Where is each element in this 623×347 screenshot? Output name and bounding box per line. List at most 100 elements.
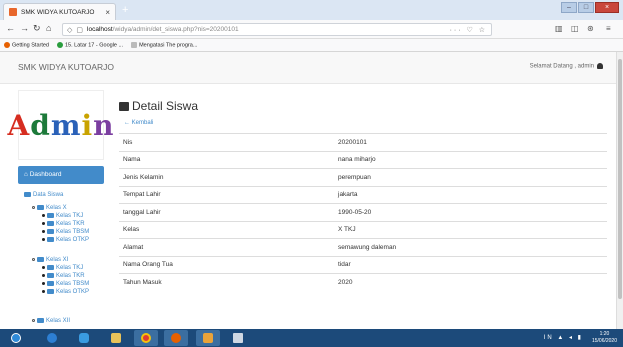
field-label: Nis — [119, 133, 334, 151]
table-row: Nis 20200101 — [119, 133, 607, 151]
bookmark-item[interactable]: Mengatasi The progra... — [131, 41, 197, 48]
explorer-icon[interactable] — [104, 330, 128, 346]
sidebar-item-kelas-x[interactable]: Kelas X — [32, 205, 67, 211]
favicon-icon — [9, 8, 17, 16]
shield-icon: ◇ — [67, 26, 73, 34]
scrollbar-thumb[interactable] — [618, 59, 622, 299]
table-row: Nama Orang Tua tidar — [119, 255, 607, 274]
field-value: tidar — [334, 255, 607, 274]
page-icon — [131, 41, 138, 48]
field-label: Jenis Kelamin — [119, 168, 334, 186]
page-info-icon[interactable]: ▢ — [76, 26, 83, 34]
logo-letter: n — [93, 108, 115, 142]
library-icon[interactable]: ▥ — [555, 24, 563, 33]
page-scrollbar[interactable] — [616, 52, 623, 329]
sidebar-item-kelas-xi[interactable]: Kelas XI — [32, 257, 68, 263]
back-icon[interactable]: ← — [6, 23, 15, 33]
sidebar-item-kelas-x-tbsm[interactable]: Kelas TBSM — [42, 229, 89, 235]
field-label: Kelas — [119, 220, 334, 239]
table-row: tanggal Lahir 1990-05-20 — [119, 203, 607, 221]
browser-tab[interactable]: SMK WIDYA KUTOARJO × — [3, 3, 116, 20]
sidebar-item-data-siswa[interactable]: Data Siswa — [24, 192, 63, 198]
start-button[interactable] — [4, 330, 28, 346]
sidebar-item-kelas-xii[interactable]: Kelas XII — [32, 318, 70, 324]
field-label: Nama — [119, 150, 334, 169]
ie-icon[interactable] — [72, 330, 96, 346]
extension-icon[interactable]: ⊛ — [587, 24, 594, 33]
logo-letter: m — [50, 108, 82, 142]
brand-link[interactable]: SMK WIDYA KUTOARJO — [18, 62, 114, 72]
logo-letter: A — [7, 108, 31, 142]
sidebar-item-kelas-x-otkp[interactable]: Kelas OTKP — [42, 237, 89, 243]
browser-nav-bar: ← → ↻ ⌂ ◇ ▢ localhost/widya/admin/det_si… — [0, 20, 623, 39]
folder-icon — [24, 192, 31, 197]
system-tray[interactable]: IN ▲ ◂ ▮ — [544, 334, 583, 341]
field-value: nana miharjo — [334, 150, 607, 169]
minimize-button[interactable]: – — [561, 2, 577, 13]
logo-letter: i — [81, 108, 94, 142]
close-window-button[interactable]: × — [595, 2, 619, 13]
firefox-taskbar-icon[interactable] — [164, 330, 188, 346]
browser-tab-bar: SMK WIDYA KUTOARJO × + – □ × — [0, 0, 623, 20]
folder-icon — [119, 102, 129, 111]
page-actions-icon[interactable]: ··· ♡ ☆ — [450, 26, 487, 34]
field-value: 2020 — [334, 273, 607, 291]
page-title: Detail Siswa — [119, 99, 198, 113]
logo-text: Admin — [8, 109, 115, 142]
bookmarks-bar: Getting Started 15. Latar 17 - Google ..… — [0, 39, 623, 52]
reload-icon[interactable]: ↻ — [33, 23, 41, 34]
field-label: Nama Orang Tua — [119, 255, 334, 274]
bookmark-item[interactable]: 15. Latar 17 - Google ... — [57, 41, 123, 48]
back-link[interactable]: ← Kembali — [124, 120, 153, 126]
field-value: jakarta — [334, 185, 607, 204]
new-tab-button[interactable]: + — [122, 4, 128, 16]
folder-icon — [47, 265, 54, 270]
folder-icon — [47, 237, 54, 242]
app-taskbar-icon[interactable] — [196, 330, 220, 346]
window-controls: – □ × — [561, 2, 619, 13]
drive-icon — [57, 41, 63, 48]
maximize-button[interactable]: □ — [578, 2, 594, 13]
chrome-icon[interactable] — [134, 330, 158, 346]
windows-taskbar: IN ▲ ◂ ▮ 1:20 15/06/2020 — [0, 329, 623, 347]
field-value: 1990-05-20 — [334, 203, 607, 221]
bookmark-item[interactable]: Getting Started — [4, 41, 49, 48]
admin-logo: Admin — [8, 90, 113, 160]
media-player-icon[interactable] — [40, 330, 64, 346]
sidebar-item-kelas-xi-otkp[interactable]: Kelas OTKP — [42, 289, 89, 295]
user-icon — [597, 63, 603, 69]
url-bar[interactable]: ◇ ▢ localhost/widya/admin/det_siswa.php?… — [62, 23, 492, 36]
forward-icon[interactable]: → — [20, 23, 29, 33]
folder-icon — [47, 281, 54, 286]
clock[interactable]: 1:20 15/06/2020 — [592, 331, 617, 345]
folder-icon — [47, 273, 54, 278]
field-value: perempuan — [334, 168, 607, 186]
menu-icon[interactable]: ≡ — [606, 24, 611, 33]
bullet-icon — [32, 258, 35, 261]
tab-close-icon[interactable]: × — [105, 8, 110, 17]
field-value: X TKJ — [334, 220, 607, 239]
sidebar-item-kelas-xi-tkj[interactable]: Kelas TKJ — [42, 265, 83, 271]
bullet-icon — [32, 319, 35, 322]
table-row: Nama nana miharjo — [119, 150, 607, 169]
folder-icon — [47, 289, 54, 294]
bullet-icon — [32, 206, 35, 209]
sidebar-toggle-icon[interactable]: ◫ — [571, 24, 579, 33]
student-detail-table: Nis 20200101 Nama nana miharjo Jenis Kelamin… — [119, 133, 607, 291]
firefox-icon — [4, 41, 10, 48]
table-row: Alamat semawung daleman — [119, 238, 607, 256]
sidebar-item-kelas-xi-tbsm[interactable]: Kelas TBSM — [42, 281, 89, 287]
arrow-left-icon: ← — [124, 120, 132, 126]
folder-icon — [37, 257, 44, 262]
folder-icon — [37, 318, 44, 323]
table-row: Tahun Masuk 2020 — [119, 273, 607, 291]
url-host: localhost — [87, 26, 113, 33]
home-icon[interactable]: ⌂ — [46, 23, 51, 33]
table-row: Tempat Lahir jakarta — [119, 185, 607, 204]
welcome-user[interactable]: Selamat Datang , admin — [530, 63, 603, 70]
sidebar-item-kelas-xi-tkr[interactable]: Kelas TKR — [42, 273, 85, 279]
sidebar-item-kelas-x-tkj[interactable]: Kelas TKJ — [42, 213, 83, 219]
sidebar-item-kelas-x-tkr[interactable]: Kelas TKR — [42, 221, 85, 227]
notepad-icon[interactable] — [226, 330, 250, 346]
sidebar-item-dashboard[interactable]: ⌂ Dashboard — [18, 166, 104, 184]
